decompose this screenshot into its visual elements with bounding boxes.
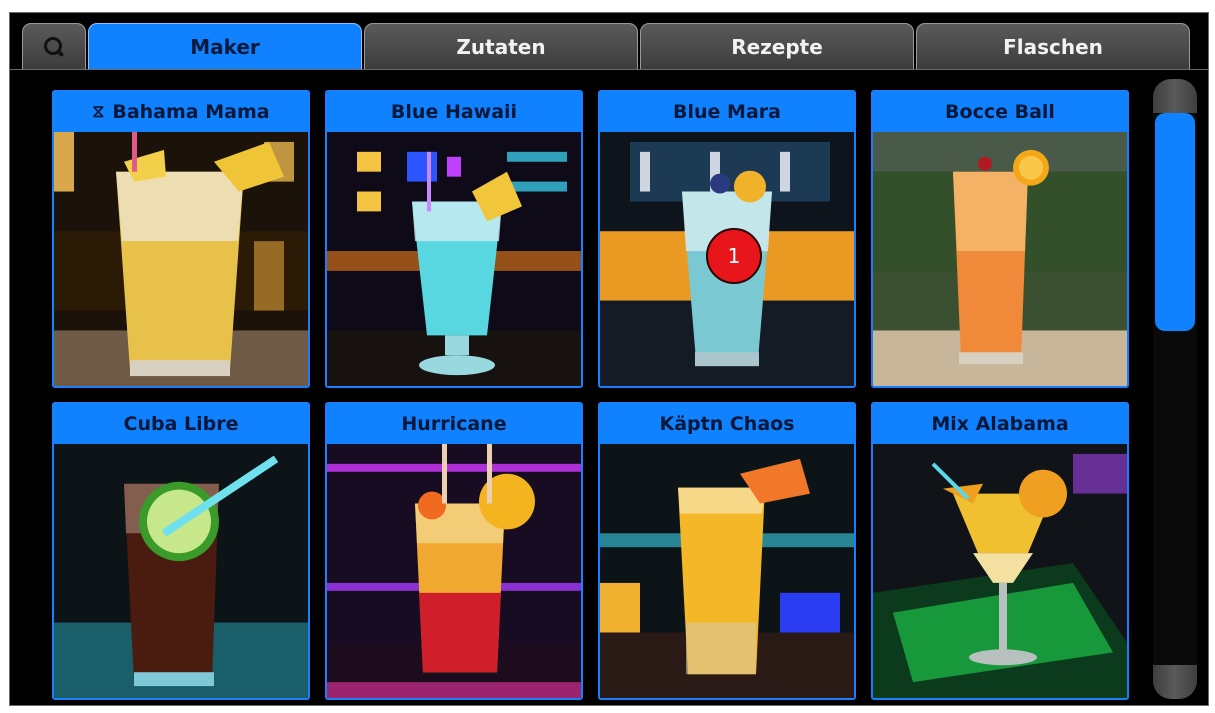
cocktail-card-bahama-mama[interactable]: ⧖ Bahama Mama bbox=[52, 90, 310, 388]
cocktail-card-blue-hawaii[interactable]: Blue Hawaii bbox=[325, 90, 583, 388]
cocktail-image bbox=[327, 132, 581, 386]
search-icon bbox=[43, 36, 65, 58]
card-title: Bocce Ball bbox=[873, 92, 1127, 132]
card-title-label: Cuba Libre bbox=[123, 413, 239, 435]
tab-rezepte-label: Rezepte bbox=[731, 34, 823, 59]
card-title: ⧖ Bahama Mama bbox=[54, 92, 308, 132]
step-marker-badge: 1 bbox=[706, 228, 762, 284]
cocktail-grid: ⧖ Bahama Mama Blue Hawaii Blue Mara Bocc… bbox=[52, 90, 1132, 700]
card-title-label: Hurricane bbox=[401, 413, 507, 435]
cocktail-card-hurricane[interactable]: Hurricane bbox=[325, 402, 583, 700]
cocktail-image bbox=[327, 444, 581, 698]
card-title-label: Bahama Mama bbox=[112, 101, 270, 123]
card-title: Blue Hawaii bbox=[327, 92, 581, 132]
card-title: Käptn Chaos bbox=[600, 404, 854, 444]
cocktail-card-cuba-libre[interactable]: Cuba Libre bbox=[52, 402, 310, 700]
tab-maker[interactable]: Maker bbox=[88, 23, 362, 69]
card-title: Cuba Libre bbox=[54, 404, 308, 444]
scrollbar-thumb[interactable] bbox=[1155, 113, 1195, 331]
cocktail-image bbox=[873, 444, 1127, 698]
cocktail-image bbox=[54, 132, 308, 386]
tab-maker-label: Maker bbox=[190, 34, 260, 59]
card-title-label: Bocce Ball bbox=[945, 101, 1055, 123]
tab-flaschen-label: Flaschen bbox=[1003, 34, 1103, 59]
tab-zutaten-label: Zutaten bbox=[456, 34, 546, 59]
card-title-label: Mix Alabama bbox=[931, 413, 1069, 435]
tab-bar: Maker Zutaten Rezepte Flaschen bbox=[22, 23, 1190, 69]
card-title: Blue Mara bbox=[600, 92, 854, 132]
tab-zutaten[interactable]: Zutaten bbox=[364, 23, 638, 69]
cocktail-image bbox=[54, 444, 308, 698]
tab-search[interactable] bbox=[22, 23, 86, 69]
tab-rezepte[interactable]: Rezepte bbox=[640, 23, 914, 69]
tab-divider bbox=[10, 69, 1208, 70]
card-title: Hurricane bbox=[327, 404, 581, 444]
vertical-scrollbar[interactable] bbox=[1153, 79, 1197, 699]
card-title-label: Blue Hawaii bbox=[390, 101, 518, 123]
card-title-label: Blue Mara bbox=[673, 101, 781, 123]
cocktail-image bbox=[600, 444, 854, 698]
card-title-label: Käptn Chaos bbox=[659, 413, 795, 435]
tab-flaschen[interactable]: Flaschen bbox=[916, 23, 1190, 69]
cocktail-card-mix-alabama[interactable]: Mix Alabama bbox=[871, 402, 1129, 700]
cocktail-card-kaeptn-chaos[interactable]: Käptn Chaos bbox=[598, 402, 856, 700]
hourglass-icon: ⧖ bbox=[92, 102, 105, 122]
cocktail-image bbox=[873, 132, 1127, 386]
card-title: Mix Alabama bbox=[873, 404, 1127, 444]
cocktail-app-window: Maker Zutaten Rezepte Flaschen ⧖ Bahama … bbox=[9, 12, 1209, 706]
cocktail-card-bocce-ball[interactable]: Bocce Ball bbox=[871, 90, 1129, 388]
